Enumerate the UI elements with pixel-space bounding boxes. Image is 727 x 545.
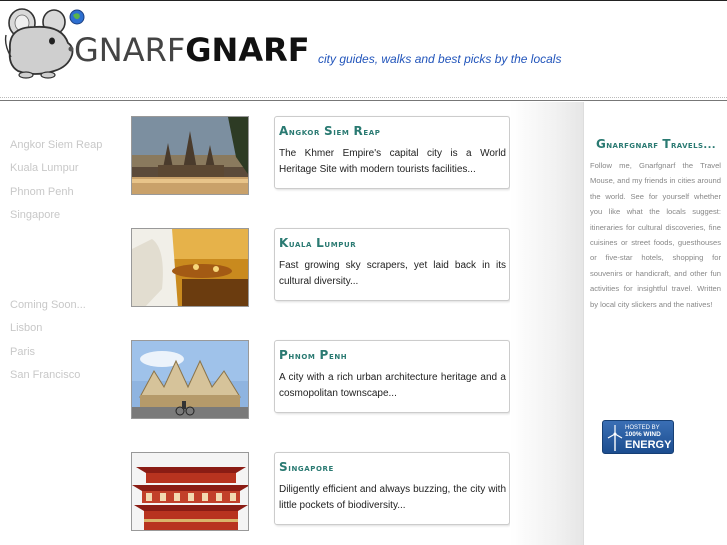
nav-link-phnom-penh[interactable]: Phnom Penh <box>10 181 125 204</box>
city-card-singapore[interactable]: Singapore Diligently efficient and alway… <box>274 452 510 525</box>
content-sidebar-separator <box>510 102 583 545</box>
city-description: Diligently efficient and always buzzing,… <box>279 484 506 511</box>
city-description: A city with a rich urban architecture he… <box>279 372 506 399</box>
city-entry-kuala-lumpur: Kuala Lumpur Fast growing sky scrapers, … <box>131 228 511 308</box>
site-header: GNARFGNARF city guides, walks and best p… <box>0 0 727 101</box>
city-title[interactable]: Singapore <box>279 460 506 482</box>
temple-photo-icon[interactable] <box>131 116 249 195</box>
city-title[interactable]: Kuala Lumpur <box>279 236 506 258</box>
badge-energy: ENERGY <box>625 439 672 451</box>
city-entry-phnom-penh: Phnom Penh A city with a rich urban arch… <box>131 340 511 420</box>
coming-soon-nav: Coming Soon... Lisbon Paris San Francisc… <box>10 294 125 387</box>
city-title[interactable]: Angkor Siem Reap <box>279 124 506 146</box>
nav-link-paris[interactable]: Paris <box>10 341 125 364</box>
right-sidebar: Gnarfgnarf Travels... Follow me, Gnarfgn… <box>583 102 727 545</box>
site-logo-wordmark[interactable]: GNARFGNARF <box>74 30 310 70</box>
city-card-phnom-penh[interactable]: Phnom Penh A city with a rich urban arch… <box>274 340 510 413</box>
city-description: The Khmer Empire's capital city is a Wor… <box>279 148 506 175</box>
nav-link-san-francisco[interactable]: San Francisco <box>10 364 125 387</box>
nav-link-angkor-siem-reap[interactable]: Angkor Siem Reap <box>10 134 125 157</box>
logo-part-2: GNARF <box>185 31 310 69</box>
badge-percent-wind: 100% WIND <box>625 431 661 438</box>
sidebar-intro-text: Follow me, Gnarfgnarf the Travel Mouse, … <box>590 161 721 309</box>
city-title[interactable]: Phnom Penh <box>279 348 506 370</box>
sidebar-title: Gnarfgnarf Travels... <box>596 137 716 151</box>
coming-soon-heading: Coming Soon... <box>10 299 86 311</box>
market-building-photo-icon[interactable] <box>131 340 249 419</box>
wind-energy-hosting-badge[interactable]: HOSTED BY 100% WIND ENERGY <box>602 420 674 454</box>
street-food-photo-icon[interactable] <box>131 228 249 307</box>
site-tagline: city guides, walks and best picks by the… <box>318 52 562 66</box>
city-description: Fast growing sky scrapers, yet laid back… <box>279 260 506 287</box>
pagoda-photo-icon[interactable] <box>131 452 249 531</box>
wind-turbine-icon <box>607 425 623 451</box>
city-card-angkor[interactable]: Angkor Siem Reap The Khmer Empire's capi… <box>274 116 510 189</box>
city-entry-angkor: Angkor Siem Reap The Khmer Empire's capi… <box>131 116 511 196</box>
city-nav: Angkor Siem Reap Kuala Lumpur Phnom Penh… <box>10 134 125 227</box>
city-card-kuala-lumpur[interactable]: Kuala Lumpur Fast growing sky scrapers, … <box>274 228 510 301</box>
logo-part-1: GNARF <box>74 31 186 69</box>
city-entry-singapore: Singapore Diligently efficient and alway… <box>131 452 511 532</box>
nav-link-kuala-lumpur[interactable]: Kuala Lumpur <box>10 157 125 180</box>
nav-link-lisbon[interactable]: Lisbon <box>10 317 125 340</box>
nav-link-singapore[interactable]: Singapore <box>10 204 125 227</box>
